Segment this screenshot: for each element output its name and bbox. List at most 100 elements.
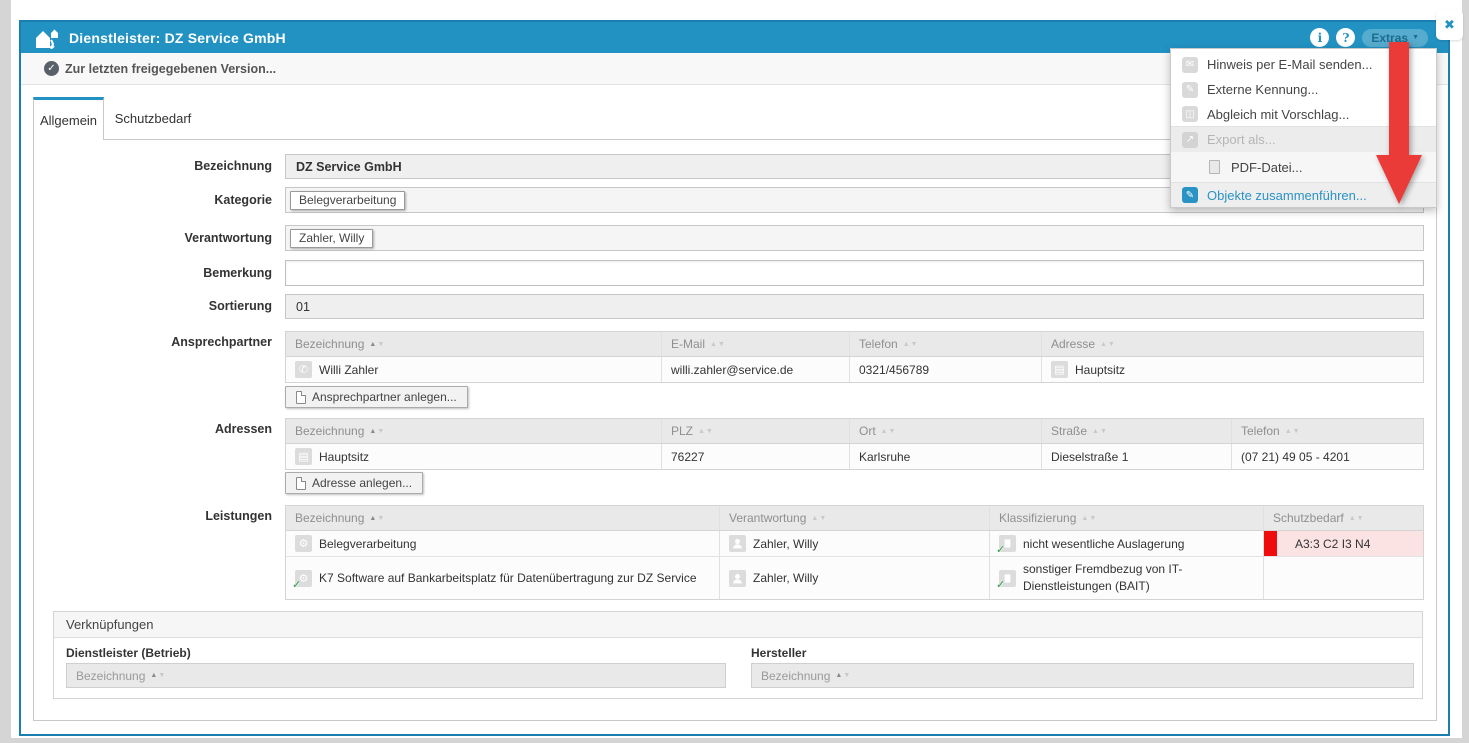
sort-icon[interactable] (150, 672, 165, 679)
check-icon: ✓ (996, 578, 1005, 591)
col-header[interactable]: E-Mail (671, 337, 705, 351)
col-header[interactable]: PLZ (671, 424, 693, 438)
sort-icon[interactable] (811, 515, 826, 522)
adresse-anlegen-button[interactable]: Adresse anlegen... (285, 472, 423, 494)
col-header[interactable]: Bezeichnung (295, 424, 364, 438)
sort-icon[interactable] (1285, 428, 1300, 435)
menu-item-abgleich-vorschlag[interactable]: ◫ Abgleich mit Vorschlag... (1171, 102, 1436, 127)
bezeichnung-label: Bezeichnung (34, 159, 272, 173)
menu-item-label: Objekte zusammenführen... (1207, 188, 1367, 203)
menu-item-pdf-datei[interactable]: PDF-Datei... (1171, 152, 1436, 182)
merge-icon: ✎ (1182, 187, 1198, 203)
sortierung-label: Sortierung (34, 299, 272, 313)
verknuepfungen-section: Verknüpfungen Dienstleister (Betrieb) Be… (53, 611, 1423, 699)
bemerkung-field-wrap (285, 260, 1424, 286)
address-name[interactable]: Hauptsitz (319, 450, 369, 464)
sort-icon[interactable] (1349, 515, 1364, 522)
schutzbedarf-cell[interactable]: A3:3 C2 I3 N4 (1263, 531, 1423, 556)
col-header[interactable]: Schutzbedarf (1273, 511, 1344, 525)
chevron-down-icon: ▼ (1412, 34, 1419, 41)
contact-address[interactable]: Hauptsitz (1075, 363, 1125, 377)
envelope-icon: ✉ (1182, 57, 1198, 73)
bemerkung-label: Bemerkung (34, 266, 272, 280)
col-header[interactable]: Bezeichnung (295, 337, 364, 351)
sort-icon[interactable] (1092, 428, 1107, 435)
tab-allgemein[interactable]: Allgemein (33, 97, 104, 140)
last-approved-version-link[interactable]: ✓ Zur letzten freigegebenen Version... (44, 61, 276, 76)
col-header[interactable]: Bezeichnung (761, 669, 830, 683)
col-header[interactable]: Telefon (859, 337, 898, 351)
verknuepfungen-title: Verknüpfungen (54, 612, 1422, 638)
address-telefon: (07 21) 49 05 - 4201 (1241, 450, 1350, 464)
leistungen-header-row: Bezeichnung Verantwortung Klassifizierun… (286, 506, 1423, 531)
sortierung-field[interactable]: 01 (285, 294, 1424, 319)
contact-email: willi.zahler@service.de (671, 363, 793, 377)
kategorie-chip[interactable]: Belegverarbeitung (290, 191, 405, 210)
person-icon (729, 535, 746, 552)
kategorie-label: Kategorie (34, 193, 272, 207)
sort-icon[interactable] (698, 428, 713, 435)
page-edge (0, 0, 11, 743)
menu-item-externe-kennung[interactable]: ✎ Externe Kennung... (1171, 77, 1436, 102)
col-header[interactable]: Straße (1051, 424, 1087, 438)
leistung-name[interactable]: Belegverarbeitung (319, 537, 416, 551)
leistung-verantwortung[interactable]: Zahler, Willy (753, 571, 818, 585)
table-row[interactable]: ⚙✓ K7 Software auf Bankarbeitsplatz für … (286, 557, 1423, 599)
ansprechpartner-header-row: Bezeichnung E-Mail Telefon Adresse (286, 332, 1423, 357)
sort-icon[interactable] (369, 515, 384, 522)
menu-item-export-als[interactable]: ↗ Export als... (1171, 127, 1436, 152)
sort-icon[interactable] (1081, 515, 1096, 522)
sort-icon[interactable] (1100, 341, 1115, 348)
edit-icon: ✎ (1182, 82, 1198, 98)
extras-dropdown-menu: ✉ Hinweis per E-Mail senden... ✎ Externe… (1170, 48, 1437, 208)
version-link-label: Zur letzten freigegebenen Version... (65, 62, 276, 76)
sort-icon[interactable] (369, 341, 384, 348)
leistung-klassifizierung[interactable]: sonstiger Fremdbezug von IT-Dienstleistu… (1023, 561, 1254, 595)
col-header[interactable]: Klassifizierung (999, 511, 1076, 525)
service-gear-icon: ⚙ (295, 535, 312, 552)
page-edge (1462, 0, 1469, 743)
tab-schutzbedarf[interactable]: Schutzbedarf (104, 97, 202, 140)
col-header[interactable]: Ort (859, 424, 876, 438)
sort-icon[interactable] (835, 672, 850, 679)
check-icon: ✓ (292, 578, 301, 591)
bemerkung-input[interactable] (296, 266, 1413, 280)
verantwortung-chip[interactable]: Zahler, Willy (290, 229, 373, 248)
info-icon[interactable]: i (1310, 28, 1329, 47)
schutzbedarf-red-indicator (1264, 531, 1277, 556)
pdf-icon (1206, 159, 1222, 175)
table-row[interactable]: ✆Willi Zahler willi.zahler@service.de 03… (286, 357, 1423, 382)
button-label: Adresse anlegen... (312, 476, 412, 490)
sort-icon[interactable] (710, 341, 725, 348)
address-icon: ▤ (1051, 361, 1068, 378)
leistung-klassifizierung[interactable]: nicht wesentliche Auslagerung (1023, 537, 1184, 551)
menu-item-label: Hinweis per E-Mail senden... (1207, 57, 1372, 72)
col-header[interactable]: Verantwortung (729, 511, 806, 525)
leistung-name[interactable]: K7 Software auf Bankarbeitsplatz für Dat… (319, 571, 697, 585)
check-circle-icon: ✓ (44, 61, 59, 76)
menu-item-hinweis-email[interactable]: ✉ Hinweis per E-Mail senden... (1171, 52, 1436, 77)
col-header[interactable]: Adresse (1051, 337, 1095, 351)
table-row[interactable]: ⚙ Belegverarbeitung Zahler, Willy ✓ nicht… (286, 531, 1423, 557)
person-icon (729, 570, 746, 587)
help-icon[interactable]: ? (1336, 28, 1355, 47)
col-header[interactable]: Bezeichnung (295, 511, 364, 525)
col-header[interactable]: Telefon (1241, 424, 1280, 438)
extras-label: Extras (1371, 31, 1408, 45)
contact-name[interactable]: Willi Zahler (319, 363, 378, 377)
classification-icon: ✓ (999, 570, 1016, 587)
sort-icon[interactable] (881, 428, 896, 435)
hersteller-label: Hersteller (751, 646, 806, 660)
sort-icon[interactable] (369, 428, 384, 435)
table-row[interactable]: ▤Hauptsitz 76227 Karlsruhe Dieselstraße … (286, 444, 1423, 469)
adressen-table: Bezeichnung PLZ Ort Straße Telefon ▤Haup… (285, 418, 1424, 470)
check-icon: ✓ (996, 543, 1005, 556)
sort-icon[interactable] (903, 341, 918, 348)
close-icon[interactable]: ✖ (1436, 10, 1463, 40)
ansprechpartner-anlegen-button[interactable]: Ansprechpartner anlegen... (285, 386, 468, 408)
leistung-verantwortung[interactable]: Zahler, Willy (753, 537, 818, 551)
menu-item-objekte-zusammenfuehren[interactable]: ✎ Objekte zusammenführen... (1171, 182, 1436, 207)
verantwortung-field[interactable]: Zahler, Willy (285, 225, 1424, 251)
extras-button[interactable]: Extras ▼ (1362, 29, 1428, 47)
col-header[interactable]: Bezeichnung (76, 669, 145, 683)
